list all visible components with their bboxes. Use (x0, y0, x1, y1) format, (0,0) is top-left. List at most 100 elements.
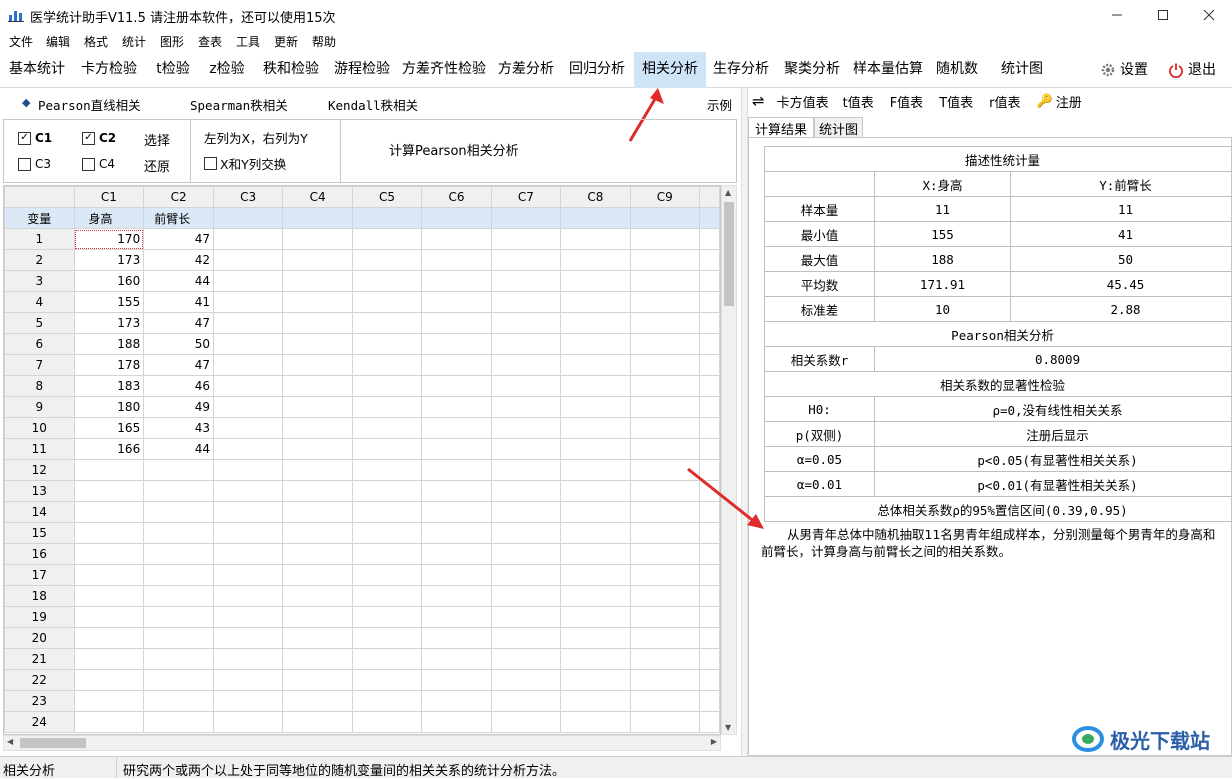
data-cell[interactable] (561, 418, 630, 439)
data-cell[interactable]: 166 (74, 439, 144, 460)
data-cell[interactable] (561, 544, 630, 565)
f-table-button[interactable]: F值表 (890, 92, 923, 111)
tab-chi-square[interactable]: 卡方检验 (74, 52, 144, 88)
row-header[interactable]: 19 (5, 607, 75, 628)
row-header[interactable]: 17 (5, 565, 75, 586)
data-cell[interactable] (213, 586, 282, 607)
data-cell[interactable] (74, 586, 144, 607)
data-cell[interactable] (491, 544, 560, 565)
data-cell[interactable] (144, 607, 214, 628)
data-cell[interactable] (491, 691, 560, 712)
tab-kendall[interactable]: Kendall秩相关 (328, 95, 418, 114)
row-header[interactable]: 13 (5, 481, 75, 502)
data-cell[interactable] (422, 502, 491, 523)
data-cell[interactable]: 44 (144, 439, 214, 460)
data-cell[interactable] (491, 439, 560, 460)
menu-graph[interactable]: 图形 (160, 33, 184, 50)
data-cell[interactable]: 47 (144, 355, 214, 376)
data-cell[interactable] (491, 292, 560, 313)
data-cell[interactable]: 178 (74, 355, 144, 376)
data-cell[interactable] (491, 355, 560, 376)
data-cell[interactable] (630, 250, 699, 271)
data-cell[interactable] (283, 292, 352, 313)
tab-basic-stats[interactable]: 基本统计 (2, 52, 72, 88)
data-cell[interactable] (213, 691, 282, 712)
data-cell[interactable] (213, 712, 282, 733)
data-cell[interactable] (561, 229, 630, 250)
tab-t-test[interactable]: t检验 (146, 52, 200, 88)
data-cell[interactable] (700, 376, 720, 397)
check-c1[interactable]: ✓ C1 (18, 131, 52, 145)
data-cell[interactable] (561, 691, 630, 712)
column-header[interactable]: C2 (144, 187, 214, 208)
check-c2[interactable]: ✓ C2 (82, 131, 116, 145)
data-cell[interactable] (700, 712, 720, 733)
column-header[interactable]: C6 (422, 187, 491, 208)
data-cell[interactable] (491, 712, 560, 733)
data-cell[interactable] (213, 460, 282, 481)
maximize-button[interactable] (1140, 0, 1186, 30)
data-cell[interactable] (213, 649, 282, 670)
column-header[interactable]: C7 (491, 187, 560, 208)
data-cell[interactable] (491, 271, 560, 292)
row-header[interactable]: 4 (5, 292, 75, 313)
data-cell[interactable] (422, 313, 491, 334)
data-cell[interactable] (283, 418, 352, 439)
horizontal-scrollbar[interactable]: ◀ ▶ (3, 735, 721, 751)
data-cell[interactable] (491, 586, 560, 607)
row-header[interactable]: 23 (5, 691, 75, 712)
data-cell[interactable]: 44 (144, 271, 214, 292)
data-cell[interactable] (144, 544, 214, 565)
data-cell[interactable] (352, 691, 421, 712)
select-button[interactable]: 选择 (144, 130, 170, 149)
pane-splitter[interactable] (741, 88, 748, 756)
data-cell[interactable] (283, 628, 352, 649)
variable-name-cell[interactable] (561, 208, 630, 229)
data-cell[interactable] (630, 565, 699, 586)
data-cell[interactable] (352, 376, 421, 397)
menu-update[interactable]: 更新 (274, 33, 298, 50)
row-header[interactable]: 15 (5, 523, 75, 544)
data-cell[interactable] (491, 649, 560, 670)
data-cell[interactable] (422, 607, 491, 628)
tab-cluster[interactable]: 聚类分析 (778, 52, 846, 88)
data-cell[interactable] (283, 607, 352, 628)
data-cell[interactable] (422, 271, 491, 292)
data-cell[interactable] (630, 628, 699, 649)
tab-pearson[interactable]: Pearson直线相关 (38, 95, 141, 114)
variable-name-cell[interactable]: 身高 (74, 208, 144, 229)
data-cell[interactable] (74, 460, 144, 481)
data-cell[interactable] (491, 670, 560, 691)
scroll-left-arrow[interactable]: ◀ (7, 737, 13, 746)
data-cell[interactable] (352, 439, 421, 460)
row-header[interactable]: 10 (5, 418, 75, 439)
scroll-down-arrow[interactable]: ▼ (725, 723, 731, 732)
restore-button[interactable]: 还原 (144, 156, 170, 175)
register-button[interactable]: 注册 (1056, 92, 1082, 111)
data-cell[interactable] (144, 502, 214, 523)
row-header[interactable]: 21 (5, 649, 75, 670)
data-cell[interactable] (422, 586, 491, 607)
data-cell[interactable] (422, 523, 491, 544)
column-header[interactable]: C5 (352, 187, 421, 208)
r-table-button[interactable]: r值表 (989, 92, 1020, 111)
data-cell[interactable]: 50 (144, 334, 214, 355)
data-cell[interactable] (561, 586, 630, 607)
menu-tools[interactable]: 工具 (236, 33, 260, 50)
check-c4[interactable]: C4 (82, 157, 115, 171)
data-cell[interactable] (561, 565, 630, 586)
data-cell[interactable] (422, 691, 491, 712)
data-cell[interactable] (74, 481, 144, 502)
data-cell[interactable] (630, 397, 699, 418)
data-cell[interactable] (491, 418, 560, 439)
data-cell[interactable] (283, 712, 352, 733)
data-cell[interactable] (491, 250, 560, 271)
data-cell[interactable] (144, 691, 214, 712)
data-grid[interactable]: C1C2C3C4C5C6C7C8C9变量身高前臂长117047217342316… (3, 185, 721, 735)
tab-stat-graph[interactable]: 统计图 (814, 117, 863, 137)
data-cell[interactable] (283, 502, 352, 523)
data-cell[interactable]: 173 (74, 313, 144, 334)
data-cell[interactable]: 41 (144, 292, 214, 313)
tab-z-test[interactable]: z检验 (200, 52, 254, 88)
data-cell[interactable] (491, 313, 560, 334)
